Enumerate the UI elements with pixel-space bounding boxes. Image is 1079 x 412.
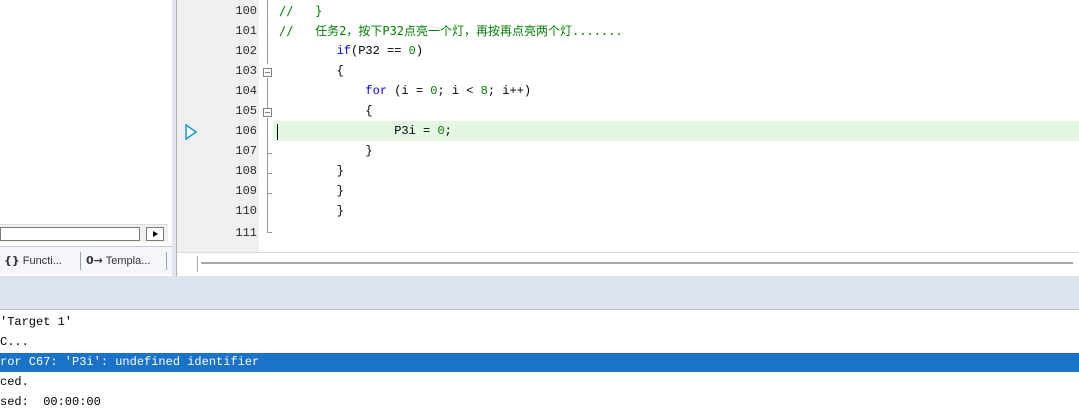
scrollbar-track[interactable] [201,262,1073,264]
output-line: sed: 00:00:00 [0,395,101,409]
code-text: if(P32 == 0) [336,44,424,58]
code-line: 109 } [177,181,1079,201]
line-number: 107 [235,144,257,158]
window-splitter[interactable] [0,276,1079,310]
code-text: { [279,64,344,78]
code-text: for (i = 0; i < 8; i++) [365,84,532,98]
line-number: 109 [235,184,257,198]
tab-separator-end [166,252,167,270]
panel-tabs: {} Functi... 0→ Templa... [0,246,172,274]
line-number: 102 [235,44,257,58]
line-number: 110 [235,204,257,218]
tab-functions-label: Functi... [22,255,62,267]
build-output-panel[interactable]: 'Target 1' C... ror C67: 'P3i': undefine… [0,312,1079,410]
code-text: // } [279,4,323,18]
scrollbar-edge [197,256,198,272]
code-line: 107 } [177,141,1079,161]
code-line: 100 // } [177,1,1079,21]
scrollbar-thumb[interactable] [0,227,140,241]
text-caret [277,124,278,140]
line-number: 101 [235,24,257,38]
code-text: } [279,204,344,218]
output-line: C... [0,335,29,349]
code-line: 105 { [177,101,1079,121]
code-line: 108 } [177,161,1079,181]
output-error-line[interactable]: ror C67: 'P3i': undefined identifier [0,353,1079,372]
code-text: P3i = 0; [279,124,452,138]
code-text: } [279,144,373,158]
code-text: } [279,184,344,198]
horizontal-scrollbar[interactable] [0,224,168,242]
code-editor[interactable]: 100 // } 101 // 任务2，按下P32点亮一个灯，再按再点亮两个灯.… [177,0,1079,252]
editor-horizontal-scrollbar[interactable] [177,252,1079,276]
code-line: 110 } [177,201,1079,221]
output-line: ced. [0,375,29,389]
code-line: 111 [177,223,1079,243]
project-panel: {} Functi... 0→ Templa... [0,0,172,276]
tab-templates[interactable]: 0→ Templa... [86,253,150,269]
code-text: // 任务2，按下P32点亮一个灯，再按再点亮两个灯....... [279,24,623,38]
code-text: { [279,104,373,118]
tab-functions[interactable]: {} Functi... [4,253,62,269]
code-line: 102 if(P32 == 0) [177,41,1079,61]
tab-templates-label: Templa... [105,255,151,267]
tab-separator [80,252,81,270]
template-icon: 0→ [86,254,103,267]
code-line: 103 { [177,61,1079,81]
line-number: 108 [235,164,257,178]
line-number: 100 [235,4,257,18]
output-line: 'Target 1' [0,315,73,329]
code-text: } [279,164,344,178]
braces-icon: {} [4,254,20,267]
line-number: 105 [235,104,257,118]
line-number: 103 [235,64,257,78]
code-line: 104 for (i = 0; i < 8; i++) [177,81,1079,101]
line-number: 111 [235,226,257,240]
line-number: 104 [235,84,257,98]
line-number: 106 [235,124,257,138]
code-line: 106 P3i = 0; [177,121,1079,141]
code-line: 101 // 任务2，按下P32点亮一个灯，再按再点亮两个灯....... [177,21,1079,41]
scroll-right-arrow-icon[interactable] [146,227,164,241]
